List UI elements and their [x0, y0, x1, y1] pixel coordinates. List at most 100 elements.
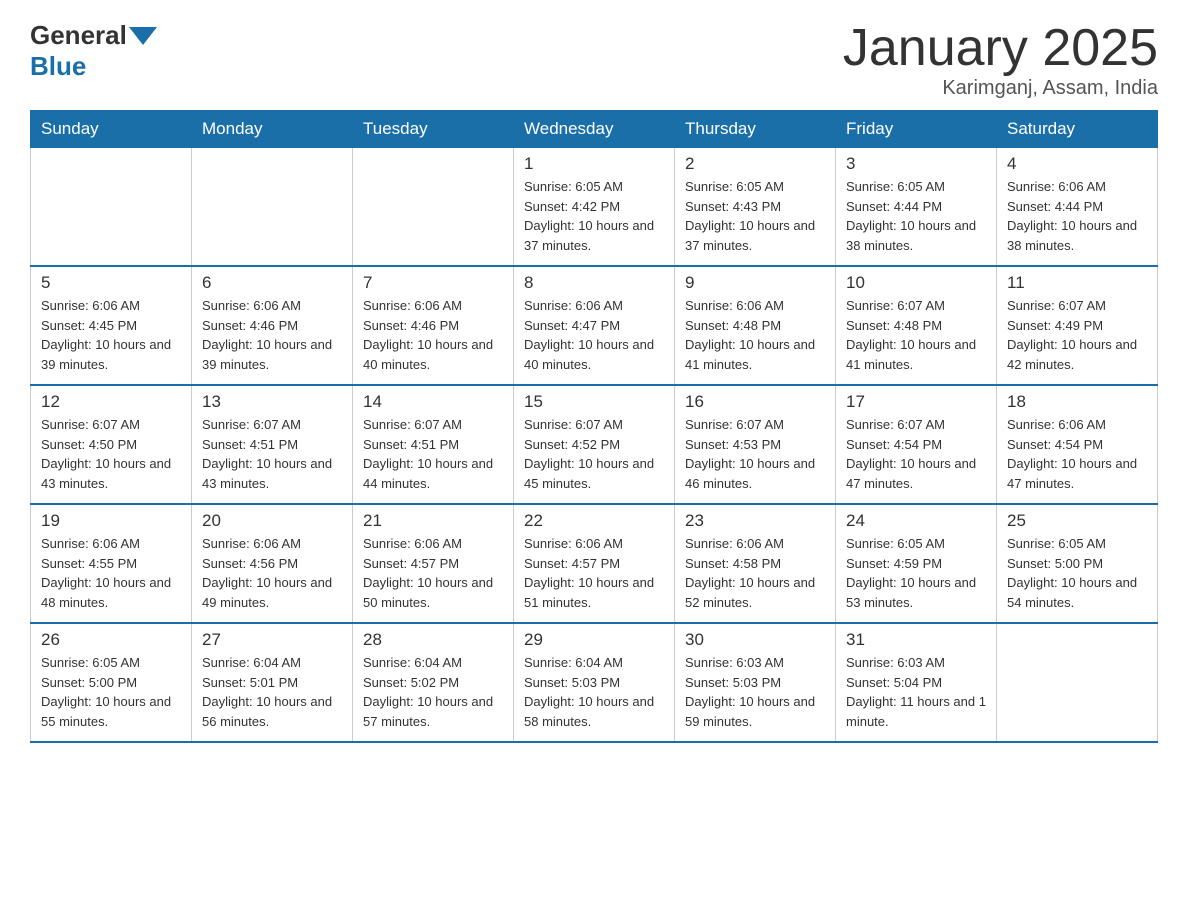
- calendar-cell: 6 Sunrise: 6:06 AM Sunset: 4:46 PM Daylig…: [192, 266, 353, 385]
- day-info: Sunrise: 6:06 AM Sunset: 4:55 PM Dayligh…: [41, 534, 181, 612]
- calendar-cell: 15Sunrise: 6:07 AM Sunset: 4:52 PM Dayli…: [514, 385, 675, 504]
- day-info: Sunrise: 6:06 AM Sunset: 4:48 PM Dayligh…: [685, 296, 825, 374]
- calendar-week-2: 5Sunrise: 6:06 AM Sunset: 4:45 PM Daylig…: [31, 266, 1158, 385]
- weekday-header-saturday: Saturday: [997, 111, 1158, 148]
- calendar-cell: 12 Sunrise: 6:07 AM Sunset: 4:50 PM Dayli…: [31, 385, 192, 504]
- day-number: 27: [202, 630, 342, 650]
- calendar-week-3: 12 Sunrise: 6:07 AM Sunset: 4:50 PM Dayli…: [31, 385, 1158, 504]
- calendar-cell: 27 Sunrise: 6:04 AM Sunset: 5:01 PM Dayli…: [192, 623, 353, 742]
- calendar-cell: 26Sunrise: 6:05 AM Sunset: 5:00 PM Dayli…: [31, 623, 192, 742]
- day-info: Sunrise: 6:07 AM Sunset: 4:48 PM Dayligh…: [846, 296, 986, 374]
- calendar-table: SundayMondayTuesdayWednesdayThursdayFrid…: [30, 110, 1158, 743]
- day-number: 17: [846, 392, 986, 412]
- calendar-week-5: 26Sunrise: 6:05 AM Sunset: 5:00 PM Dayli…: [31, 623, 1158, 742]
- day-number: 13: [202, 392, 342, 412]
- day-number: 14: [363, 392, 503, 412]
- day-info: Sunrise: 6:06 AM Sunset: 4:44 PM Dayligh…: [1007, 177, 1147, 255]
- calendar-cell: 14Sunrise: 6:07 AM Sunset: 4:51 PM Dayli…: [353, 385, 514, 504]
- calendar-cell: 17 Sunrise: 6:07 AM Sunset: 4:54 PM Dayli…: [836, 385, 997, 504]
- weekday-header-thursday: Thursday: [675, 111, 836, 148]
- calendar-cell: 20 Sunrise: 6:06 AM Sunset: 4:56 PM Dayli…: [192, 504, 353, 623]
- calendar-cell: 30Sunrise: 6:03 AM Sunset: 5:03 PM Dayli…: [675, 623, 836, 742]
- calendar-cell: 13Sunrise: 6:07 AM Sunset: 4:51 PM Dayli…: [192, 385, 353, 504]
- weekday-header-sunday: Sunday: [31, 111, 192, 148]
- day-info: Sunrise: 6:07 AM Sunset: 4:53 PM Dayligh…: [685, 415, 825, 493]
- day-info: Sunrise: 6:06 AM Sunset: 4:46 PM Dayligh…: [363, 296, 503, 374]
- page-header: General Blue January 2025 Karimganj, Ass…: [30, 20, 1158, 100]
- calendar-cell: 23 Sunrise: 6:06 AM Sunset: 4:58 PM Dayli…: [675, 504, 836, 623]
- day-info: Sunrise: 6:03 AM Sunset: 5:03 PM Dayligh…: [685, 653, 825, 731]
- day-info: Sunrise: 6:06 AM Sunset: 4:57 PM Dayligh…: [363, 534, 503, 612]
- calendar-cell: 3 Sunrise: 6:05 AM Sunset: 4:44 PM Daylig…: [836, 148, 997, 267]
- weekday-header-monday: Monday: [192, 111, 353, 148]
- day-number: 2: [685, 154, 825, 174]
- title-block: January 2025 Karimganj, Assam, India: [843, 20, 1158, 100]
- calendar-cell: 29 Sunrise: 6:04 AM Sunset: 5:03 PM Dayli…: [514, 623, 675, 742]
- calendar-cell: 21Sunrise: 6:06 AM Sunset: 4:57 PM Dayli…: [353, 504, 514, 623]
- day-number: 1: [524, 154, 664, 174]
- logo-triangle-icon: [129, 27, 157, 45]
- day-info: Sunrise: 6:05 AM Sunset: 4:42 PM Dayligh…: [524, 177, 664, 255]
- location-subtitle: Karimganj, Assam, India: [843, 77, 1158, 100]
- calendar-body: 1 Sunrise: 6:05 AM Sunset: 4:42 PM Daylig…: [31, 148, 1158, 743]
- day-number: 6: [202, 273, 342, 293]
- day-info: Sunrise: 6:06 AM Sunset: 4:46 PM Dayligh…: [202, 296, 342, 374]
- calendar-cell: 4 Sunrise: 6:06 AM Sunset: 4:44 PM Daylig…: [997, 148, 1158, 267]
- day-number: 29: [524, 630, 664, 650]
- weekday-header-row: SundayMondayTuesdayWednesdayThursdayFrid…: [31, 111, 1158, 148]
- day-info: Sunrise: 6:06 AM Sunset: 4:45 PM Dayligh…: [41, 296, 181, 374]
- calendar-cell: 16 Sunrise: 6:07 AM Sunset: 4:53 PM Dayli…: [675, 385, 836, 504]
- day-info: Sunrise: 6:06 AM Sunset: 4:57 PM Dayligh…: [524, 534, 664, 612]
- weekday-header-friday: Friday: [836, 111, 997, 148]
- calendar-cell: 7 Sunrise: 6:06 AM Sunset: 4:46 PM Daylig…: [353, 266, 514, 385]
- day-info: Sunrise: 6:06 AM Sunset: 4:58 PM Dayligh…: [685, 534, 825, 612]
- calendar-cell: [997, 623, 1158, 742]
- day-number: 4: [1007, 154, 1147, 174]
- day-number: 22: [524, 511, 664, 531]
- day-number: 23: [685, 511, 825, 531]
- day-number: 7: [363, 273, 503, 293]
- logo: General Blue: [30, 20, 159, 82]
- day-number: 28: [363, 630, 503, 650]
- calendar-cell: 24Sunrise: 6:05 AM Sunset: 4:59 PM Dayli…: [836, 504, 997, 623]
- logo-general-text: General: [30, 20, 127, 51]
- calendar-cell: 2 Sunrise: 6:05 AM Sunset: 4:43 PM Daylig…: [675, 148, 836, 267]
- logo-blue-text: Blue: [30, 51, 86, 82]
- calendar-cell: 31Sunrise: 6:03 AM Sunset: 5:04 PM Dayli…: [836, 623, 997, 742]
- day-info: Sunrise: 6:07 AM Sunset: 4:49 PM Dayligh…: [1007, 296, 1147, 374]
- calendar-cell: 25Sunrise: 6:05 AM Sunset: 5:00 PM Dayli…: [997, 504, 1158, 623]
- calendar-cell: [192, 148, 353, 267]
- calendar-cell: 18Sunrise: 6:06 AM Sunset: 4:54 PM Dayli…: [997, 385, 1158, 504]
- day-number: 9: [685, 273, 825, 293]
- calendar-cell: 28 Sunrise: 6:04 AM Sunset: 5:02 PM Dayli…: [353, 623, 514, 742]
- day-info: Sunrise: 6:06 AM Sunset: 4:56 PM Dayligh…: [202, 534, 342, 612]
- day-info: Sunrise: 6:05 AM Sunset: 4:43 PM Dayligh…: [685, 177, 825, 255]
- day-number: 12: [41, 392, 181, 412]
- weekday-header-tuesday: Tuesday: [353, 111, 514, 148]
- calendar-cell: 1 Sunrise: 6:05 AM Sunset: 4:42 PM Daylig…: [514, 148, 675, 267]
- calendar-cell: 22 Sunrise: 6:06 AM Sunset: 4:57 PM Dayli…: [514, 504, 675, 623]
- day-number: 31: [846, 630, 986, 650]
- day-info: Sunrise: 6:04 AM Sunset: 5:02 PM Dayligh…: [363, 653, 503, 731]
- day-number: 10: [846, 273, 986, 293]
- day-number: 18: [1007, 392, 1147, 412]
- calendar-week-1: 1 Sunrise: 6:05 AM Sunset: 4:42 PM Daylig…: [31, 148, 1158, 267]
- day-number: 3: [846, 154, 986, 174]
- calendar-cell: [353, 148, 514, 267]
- day-info: Sunrise: 6:07 AM Sunset: 4:54 PM Dayligh…: [846, 415, 986, 493]
- day-info: Sunrise: 6:05 AM Sunset: 5:00 PM Dayligh…: [41, 653, 181, 731]
- day-number: 16: [685, 392, 825, 412]
- weekday-header-wednesday: Wednesday: [514, 111, 675, 148]
- day-number: 24: [846, 511, 986, 531]
- month-title: January 2025: [843, 20, 1158, 77]
- day-number: 20: [202, 511, 342, 531]
- calendar-cell: 9 Sunrise: 6:06 AM Sunset: 4:48 PM Daylig…: [675, 266, 836, 385]
- day-number: 19: [41, 511, 181, 531]
- day-info: Sunrise: 6:04 AM Sunset: 5:03 PM Dayligh…: [524, 653, 664, 731]
- day-number: 11: [1007, 273, 1147, 293]
- day-info: Sunrise: 6:07 AM Sunset: 4:50 PM Dayligh…: [41, 415, 181, 493]
- day-number: 8: [524, 273, 664, 293]
- calendar-cell: 19 Sunrise: 6:06 AM Sunset: 4:55 PM Dayli…: [31, 504, 192, 623]
- day-info: Sunrise: 6:05 AM Sunset: 4:44 PM Dayligh…: [846, 177, 986, 255]
- day-info: Sunrise: 6:04 AM Sunset: 5:01 PM Dayligh…: [202, 653, 342, 731]
